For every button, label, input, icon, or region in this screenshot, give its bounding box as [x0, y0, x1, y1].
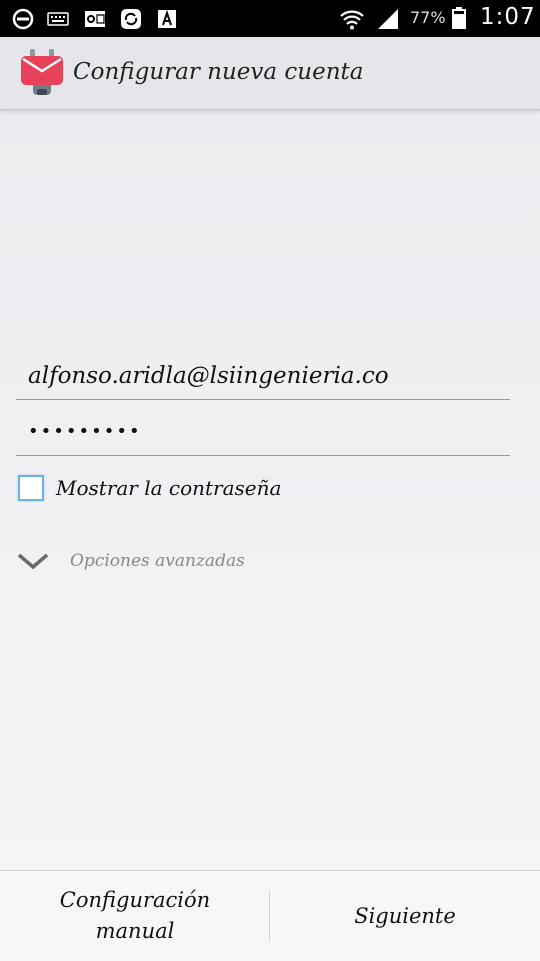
text-icon [158, 9, 176, 28]
page-title: Configurar nueva cuenta [73, 59, 364, 85]
email-field[interactable] [16, 352, 510, 400]
show-password-checkbox[interactable] [18, 475, 44, 501]
next-button-label: Siguiente [354, 903, 456, 928]
wifi-icon [340, 10, 364, 30]
battery-icon [452, 7, 466, 29]
battery-percent: 77% [410, 8, 446, 27]
do-not-disturb-icon [12, 8, 34, 30]
k9-mail-icon [21, 49, 63, 95]
status-bar: 77% 1:07 [0, 0, 540, 37]
password-field[interactable] [16, 408, 510, 456]
next-button[interactable]: Siguiente [270, 871, 540, 961]
manual-setup-button[interactable]: Configuración manual [0, 871, 270, 961]
clock: 1:07 [480, 4, 536, 30]
chevron-down-icon[interactable] [16, 550, 50, 572]
keyboard-icon [47, 12, 69, 26]
sync-icon [121, 9, 141, 29]
manual-setup-label-line1: Configuración [59, 888, 211, 912]
manual-setup-label-line2: manual [95, 919, 175, 943]
show-password-label[interactable]: Mostrar la contraseña [56, 476, 281, 500]
outlook-icon [85, 11, 105, 27]
show-password-row[interactable]: Mostrar la contraseña [18, 472, 281, 504]
bottom-button-bar: Configuración manual Siguiente [0, 870, 540, 961]
action-bar: Configurar nueva cuenta [0, 37, 540, 110]
signal-icon [378, 9, 398, 29]
advanced-options-toggle[interactable]: Opciones avanzadas [16, 544, 245, 578]
advanced-options-label[interactable]: Opciones avanzadas [70, 551, 245, 571]
